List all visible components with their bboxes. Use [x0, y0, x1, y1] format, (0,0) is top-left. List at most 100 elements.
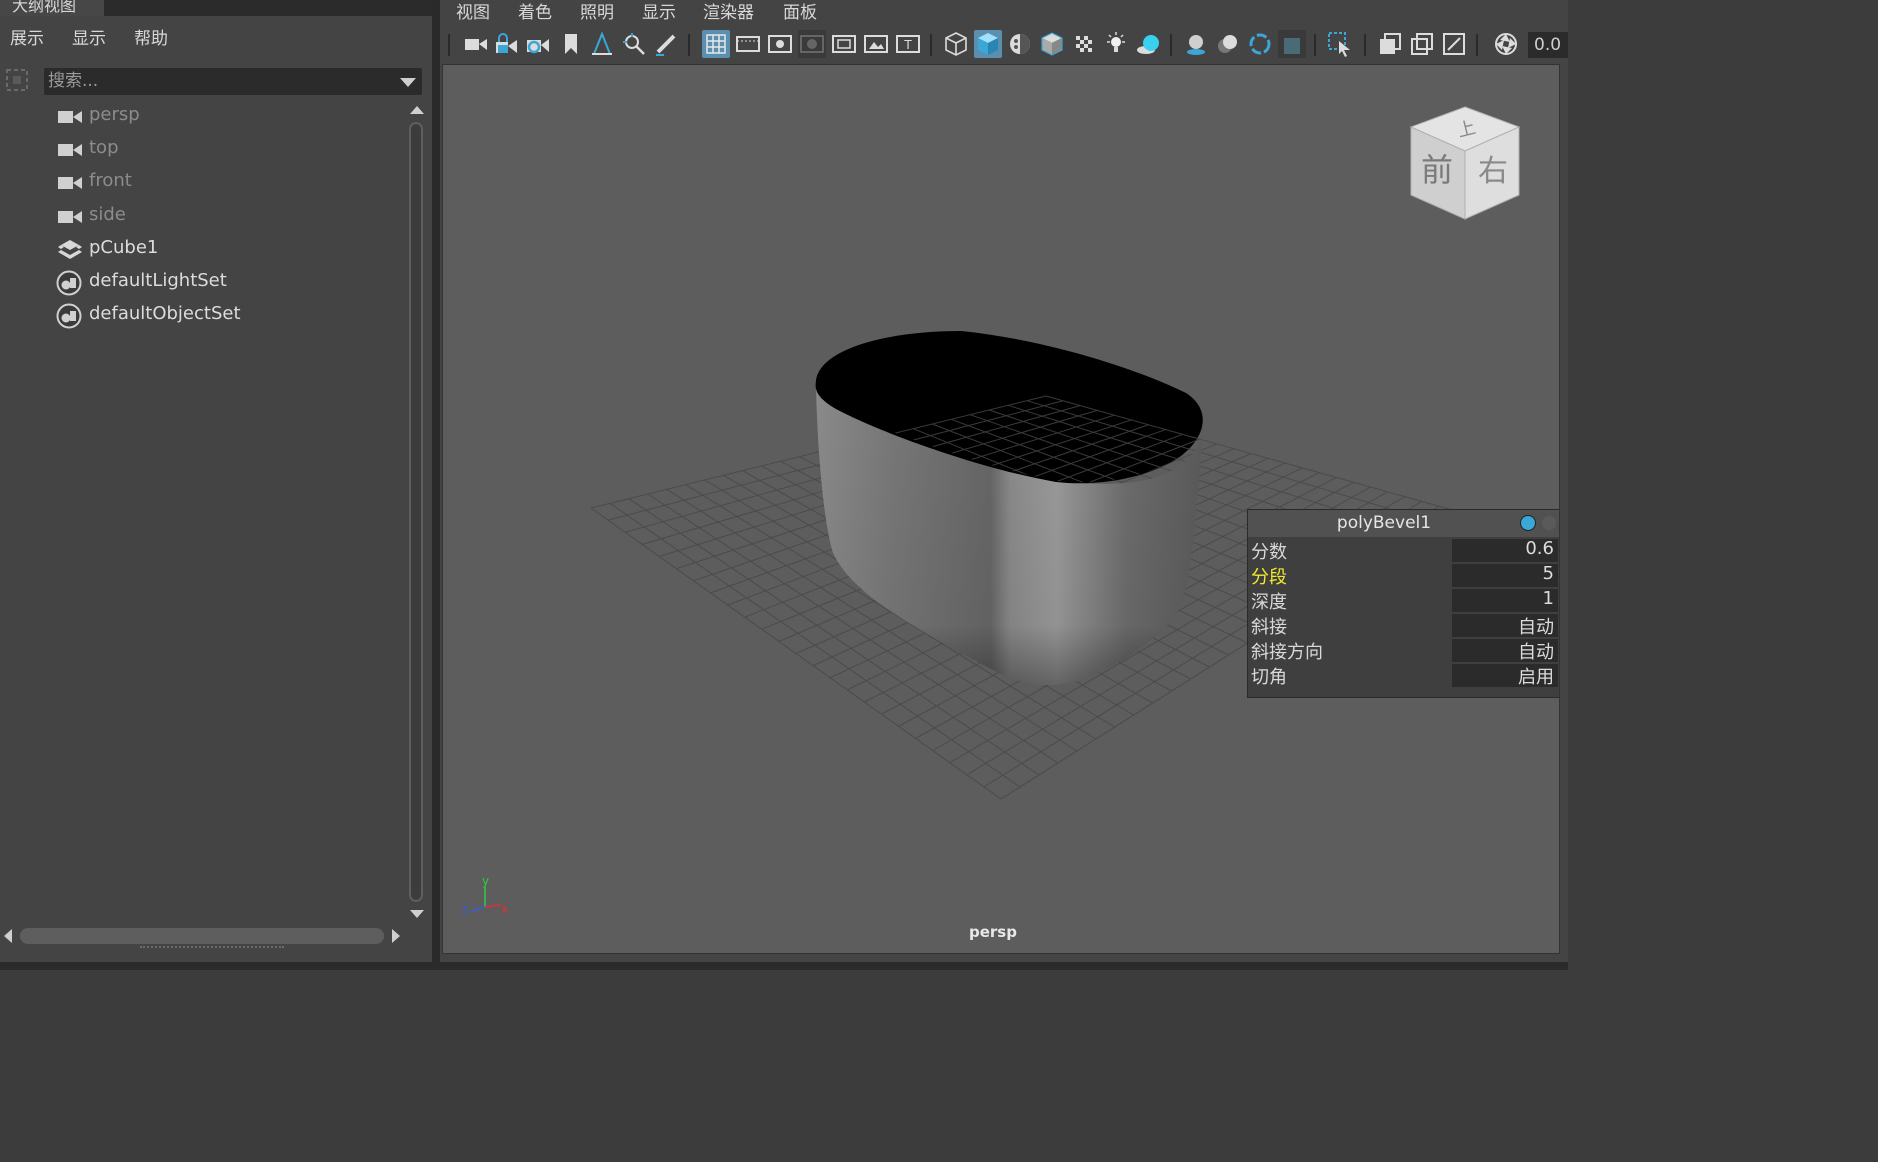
attribute-row-segments[interactable]: 分段 5: [1248, 563, 1559, 588]
safe-title-icon[interactable]: T: [894, 30, 922, 58]
outliner-item-top[interactable]: top: [0, 133, 400, 165]
bookmark-icon[interactable]: [557, 30, 585, 58]
toolbar-separator: [448, 34, 450, 56]
outliner-tab[interactable]: 大纲视图: [0, 0, 104, 16]
attribute-value-field[interactable]: 5: [1452, 563, 1558, 587]
attribute-value: 0.6: [1525, 538, 1554, 559]
film-gate-icon[interactable]: [734, 30, 762, 58]
view-cube-icon[interactable]: 上 前 右: [1407, 105, 1523, 223]
set-icon: [56, 303, 82, 329]
outliner-item-label: defaultLightSet: [89, 270, 227, 291]
field-chart-icon[interactable]: [830, 30, 858, 58]
outliner-item-front[interactable]: front: [0, 166, 400, 198]
xray-joints-icon[interactable]: [1408, 30, 1436, 58]
outliner-item-persp[interactable]: persp: [0, 100, 400, 132]
outliner-vertical-scrollbar[interactable]: [406, 100, 428, 922]
attribute-value-field[interactable]: 0.6: [1452, 538, 1558, 562]
motion-blur-icon[interactable]: [1214, 30, 1242, 58]
wireframe-icon[interactable]: [942, 30, 970, 58]
default-material-icon[interactable]: [1006, 30, 1034, 58]
outliner-panel: 大纲视图 展示 显示 帮助 persp top front: [0, 0, 432, 962]
2d-pan-zoom-icon[interactable]: [620, 30, 648, 58]
chevron-down-icon[interactable]: [400, 78, 416, 87]
attribute-value-field[interactable]: 自动: [1452, 639, 1558, 663]
scroll-down-arrow-icon[interactable]: [410, 910, 424, 918]
menu-show[interactable]: 显示: [642, 0, 676, 23]
menu-view[interactable]: 视图: [456, 0, 490, 23]
lock-camera-icon[interactable]: [493, 30, 521, 58]
menu-display[interactable]: 显示: [72, 24, 106, 49]
attribute-row-miter-along[interactable]: 斜接方向 自动: [1248, 638, 1559, 663]
toolbar-separator: [1314, 34, 1316, 56]
menu-show[interactable]: 展示: [10, 24, 44, 49]
textured-icon[interactable]: [1070, 30, 1098, 58]
xray-icon[interactable]: [1376, 30, 1404, 58]
panel-menu-bar: 视图 着色 照明 显示 渲染器 面板: [440, 0, 1568, 24]
outliner-item-defaultlightset[interactable]: defaultLightSet: [0, 266, 400, 298]
in-view-editor: polyBevel1 分数 0.6 分段 5 深度 1 斜接 自动 斜接方向 自…: [1247, 509, 1559, 698]
toolbar-separator: [1476, 34, 1478, 56]
attribute-label: 分段: [1251, 567, 1287, 588]
attribute-row-mitering[interactable]: 斜接 自动: [1248, 613, 1559, 638]
xray-active-components-icon[interactable]: [1440, 30, 1468, 58]
attribute-value-field[interactable]: 启用: [1452, 664, 1558, 688]
resize-grip[interactable]: [140, 946, 284, 950]
bottom-strip: [0, 962, 1568, 970]
3d-viewport[interactable]: 上 前 右 y x z persp polyBevel1 分数 0.6 分段 5…: [442, 64, 1560, 954]
depth-of-field-icon[interactable]: [1278, 30, 1306, 58]
outliner-item-defaultobjectset[interactable]: defaultObjectSet: [0, 299, 400, 331]
grease-pencil-icon[interactable]: [652, 30, 680, 58]
toggle-icon[interactable]: [1520, 515, 1536, 531]
filter-toggle-icon[interactable]: [4, 67, 30, 93]
attribute-row-fraction[interactable]: 分数 0.6: [1248, 538, 1559, 563]
smooth-shade-icon[interactable]: [974, 30, 1002, 58]
scroll-right-arrow-icon[interactable]: [392, 929, 400, 943]
horizontal-scroll-thumb[interactable]: [20, 928, 384, 944]
vertical-scroll-thumb[interactable]: [409, 122, 423, 902]
outliner-item-pcube1[interactable]: pCube1: [0, 233, 400, 265]
attribute-row-depth[interactable]: 深度 1: [1248, 588, 1559, 613]
search-field[interactable]: [44, 68, 422, 95]
scroll-left-arrow-icon[interactable]: [4, 929, 12, 943]
attribute-value: 自动: [1518, 617, 1554, 638]
outliner-item-label: persp: [89, 104, 140, 125]
exposure-field[interactable]: 0.0: [1528, 32, 1568, 58]
wireframe-on-shaded-icon[interactable]: [1038, 30, 1066, 58]
close-icon[interactable]: [1542, 516, 1556, 530]
menu-help[interactable]: 帮助: [134, 24, 168, 49]
scroll-up-arrow-icon[interactable]: [410, 106, 424, 114]
attribute-label: 斜接方向: [1251, 642, 1323, 663]
panel-splitter[interactable]: [432, 0, 440, 962]
menu-panels[interactable]: 面板: [783, 0, 817, 23]
viewport-panel: 视图 着色 照明 显示 渲染器 面板 T 0.0 上 前 右 y x z per…: [440, 0, 1568, 962]
outliner-tree: persp top front side pCube1 defaultLight…: [0, 100, 406, 920]
shadows-icon[interactable]: [1134, 30, 1162, 58]
attribute-value-field[interactable]: 自动: [1452, 614, 1558, 638]
gate-mask-icon[interactable]: [798, 30, 826, 58]
grid-icon[interactable]: [702, 30, 730, 58]
toolbar-separator: [930, 34, 932, 56]
toolbar-separator: [688, 34, 690, 56]
panel-toolbar: T 0.0: [440, 28, 1568, 62]
outliner-item-side[interactable]: side: [0, 200, 400, 232]
camera-attributes-icon[interactable]: [524, 30, 552, 58]
screen-space-ao-icon[interactable]: [1182, 30, 1210, 58]
menu-lighting[interactable]: 照明: [580, 0, 614, 23]
exposure-icon[interactable]: [1492, 30, 1520, 58]
safe-action-icon[interactable]: [862, 30, 890, 58]
outliner-horizontal-scrollbar[interactable]: [0, 924, 406, 948]
attribute-value: 自动: [1518, 642, 1554, 663]
camera-icon: [58, 111, 82, 123]
isolate-select-icon[interactable]: [1326, 30, 1354, 58]
attribute-row-chamfer[interactable]: 切角 启用: [1248, 663, 1559, 688]
resolution-gate-icon[interactable]: [766, 30, 794, 58]
search-input[interactable]: [48, 70, 378, 92]
menu-renderer[interactable]: 渲染器: [703, 0, 754, 23]
menu-shading[interactable]: 着色: [518, 0, 552, 23]
attribute-value-field[interactable]: 1: [1452, 588, 1558, 612]
image-plane-icon[interactable]: [588, 30, 616, 58]
anti-aliasing-icon[interactable]: [1246, 30, 1274, 58]
select-camera-icon[interactable]: [462, 30, 490, 58]
use-all-lights-icon[interactable]: [1102, 30, 1130, 58]
in-view-editor-header[interactable]: polyBevel1: [1248, 510, 1559, 537]
